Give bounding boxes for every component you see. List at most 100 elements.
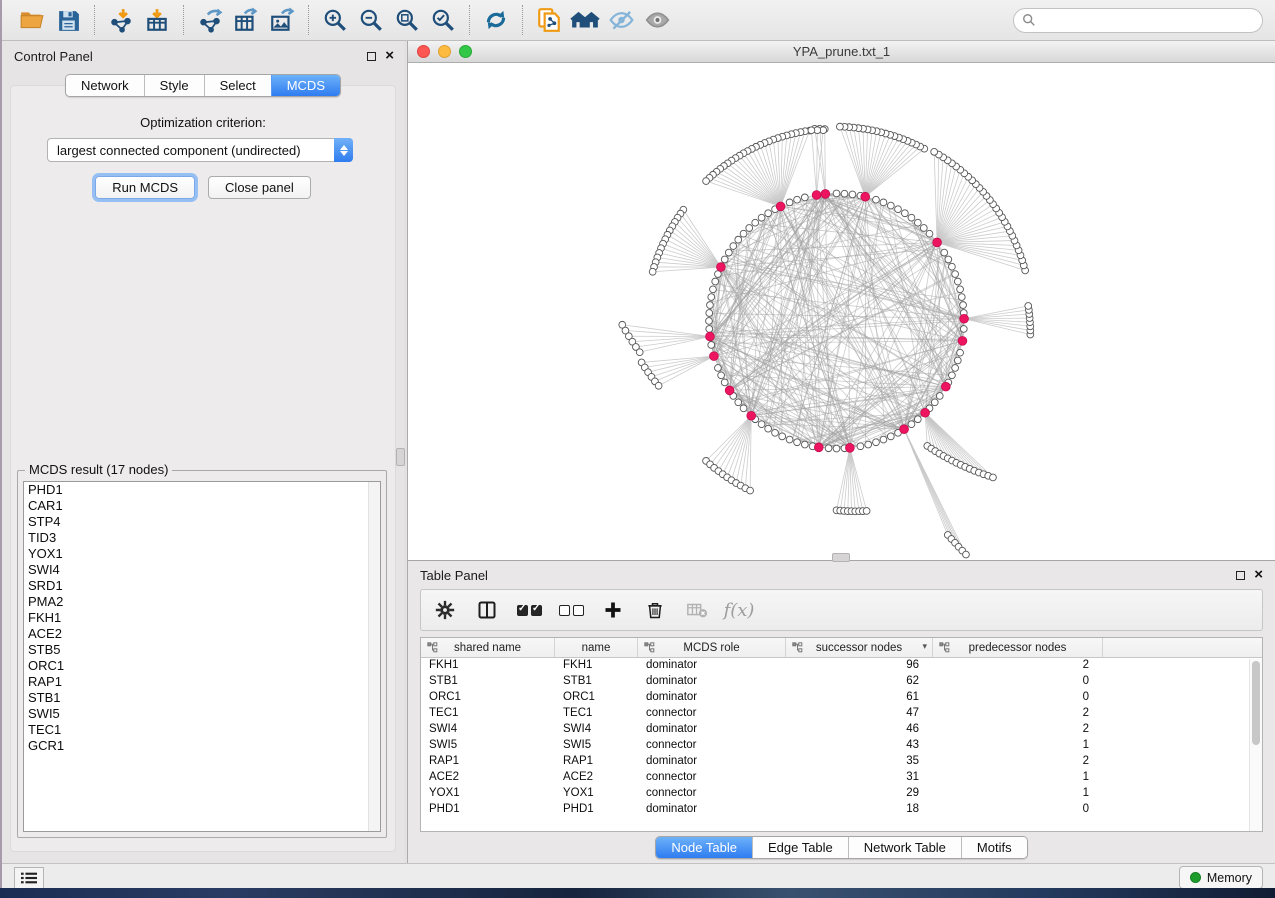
tab-motifs[interactable]: Motifs [961,837,1027,858]
zoom-fit-button[interactable] [389,3,425,37]
table-toolbar: f(x) [420,589,1263,631]
save-session-button[interactable] [50,3,86,37]
column-header-MCDS-role[interactable]: MCDS role [638,638,786,657]
export-network-icon [197,7,223,33]
table-options-button[interactable] [431,596,459,624]
table-cell: SWI5 [421,738,555,754]
import-table-button[interactable] [139,3,175,37]
save-floppy-icon [56,8,81,33]
network-canvas[interactable] [408,63,1275,560]
tab-network-table[interactable]: Network Table [848,837,961,858]
mcds-result-item[interactable]: RAP1 [24,674,380,690]
show-columns-button[interactable] [473,596,501,624]
mcds-result-item[interactable]: CAR1 [24,498,380,514]
mcds-result-item[interactable]: SRD1 [24,578,380,594]
tab-style[interactable]: Style [144,75,204,96]
delete-table-button[interactable] [683,596,711,624]
run-mcds-button[interactable]: Run MCDS [95,176,195,199]
table-cell: 46 [786,722,933,738]
table-cell: 29 [786,786,933,802]
show-all-button[interactable] [639,3,675,37]
open-file-button[interactable] [14,3,50,37]
table-row[interactable]: PHD1PHD1dominator180 [421,802,1262,818]
export-image-button[interactable] [264,3,300,37]
mcds-result-item[interactable]: STB5 [24,642,380,658]
search-input[interactable] [1041,13,1254,27]
mcds-result-item[interactable]: PMA2 [24,594,380,610]
tab-network[interactable]: Network [66,75,144,96]
export-table-button[interactable] [228,3,264,37]
mcds-result-item[interactable]: STB1 [24,690,380,706]
column-header-name[interactable]: name [555,638,638,657]
table-row[interactable]: STB1STB1dominator620 [421,674,1262,690]
close-table-panel-icon[interactable]: × [1254,570,1263,580]
memory-status-icon [1190,872,1201,883]
float-table-panel-icon[interactable] [1236,571,1245,580]
table-row[interactable]: SWI4SWI4dominator462 [421,722,1262,738]
hide-selected-button[interactable] [603,3,639,37]
table-row[interactable]: ACE2ACE2connector311 [421,770,1262,786]
mcds-result-item[interactable]: ORC1 [24,658,380,674]
table-cell: dominator [638,802,786,818]
memory-button[interactable]: Memory [1179,866,1263,889]
delete-column-button[interactable] [641,596,669,624]
table-scrollbar-thumb[interactable] [1252,661,1260,745]
export-network-button[interactable] [192,3,228,37]
apply-layout-button[interactable] [478,3,514,37]
table-cell: RAP1 [421,754,555,770]
mcds-result-item[interactable]: SWI4 [24,562,380,578]
tab-select[interactable]: Select [204,75,271,96]
column-header-predecessor-nodes[interactable]: predecessor nodes [933,638,1103,657]
mcds-result-item[interactable]: GCR1 [24,738,380,754]
mcds-result-item[interactable]: STP4 [24,514,380,530]
table-cell: dominator [638,754,786,770]
table-row[interactable]: ORC1ORC1dominator610 [421,690,1262,706]
table-row[interactable]: FKH1FKH1dominator962 [421,658,1262,674]
column-header-shared-name[interactable]: shared name [421,638,555,657]
table-row[interactable]: TEC1TEC1connector472 [421,706,1262,722]
float-panel-icon[interactable] [367,52,376,61]
table-row[interactable]: YOX1YOX1connector291 [421,786,1262,802]
network-window-titlebar[interactable]: YPA_prune.txt_1 [408,41,1275,63]
optimization-criterion-select[interactable]: largest connected component (undirected) [47,138,353,162]
mcds-result-scrollbar[interactable] [368,482,380,831]
table-scrollbar[interactable] [1249,659,1262,831]
deselect-all-button[interactable] [557,596,585,624]
column-header-successor-nodes[interactable]: successor nodes▾ [786,638,933,657]
mcds-tab-panel: Optimization criterion: largest connecte… [10,85,396,852]
tab-mcds[interactable]: MCDS [271,75,340,96]
mcds-result-item[interactable]: TEC1 [24,722,380,738]
table-cell: 18 [786,802,933,818]
eye-icon [644,7,671,33]
table-cell: 31 [786,770,933,786]
import-network-button[interactable] [103,3,139,37]
table-row[interactable]: RAP1RAP1dominator352 [421,754,1262,770]
tab-node-table[interactable]: Node Table [656,837,752,858]
network-window: YPA_prune.txt_1 [408,41,1275,560]
memory-label: Memory [1207,871,1252,885]
optimization-criterion-label: Optimization criterion: [11,115,395,130]
function-builder-button[interactable]: f(x) [725,596,753,624]
close-panel-button[interactable]: Close panel [208,176,311,199]
mcds-result-item[interactable]: YOX1 [24,546,380,562]
zoom-in-icon [322,7,348,33]
tab-edge-table[interactable]: Edge Table [752,837,848,858]
task-history-button[interactable] [14,867,44,889]
close-panel-icon[interactable]: × [385,51,394,61]
select-all-button[interactable] [515,596,543,624]
horizontal-splitter-grip[interactable] [832,553,850,562]
first-neighbors-button[interactable] [567,3,603,37]
zoom-out-button[interactable] [353,3,389,37]
mcds-result-item[interactable]: SWI5 [24,706,380,722]
mcds-result-item[interactable]: TID3 [24,530,380,546]
zoom-in-button[interactable] [317,3,353,37]
clone-network-button[interactable] [531,3,567,37]
add-column-button[interactable] [599,596,627,624]
zoom-selected-button[interactable] [425,3,461,37]
table-row[interactable]: SWI5SWI5connector431 [421,738,1262,754]
vertical-splitter-grip[interactable] [396,448,405,466]
network-graph[interactable] [408,63,1275,560]
mcds-result-item[interactable]: FKH1 [24,610,380,626]
mcds-result-item[interactable]: ACE2 [24,626,380,642]
mcds-result-item[interactable]: PHD1 [24,482,380,498]
